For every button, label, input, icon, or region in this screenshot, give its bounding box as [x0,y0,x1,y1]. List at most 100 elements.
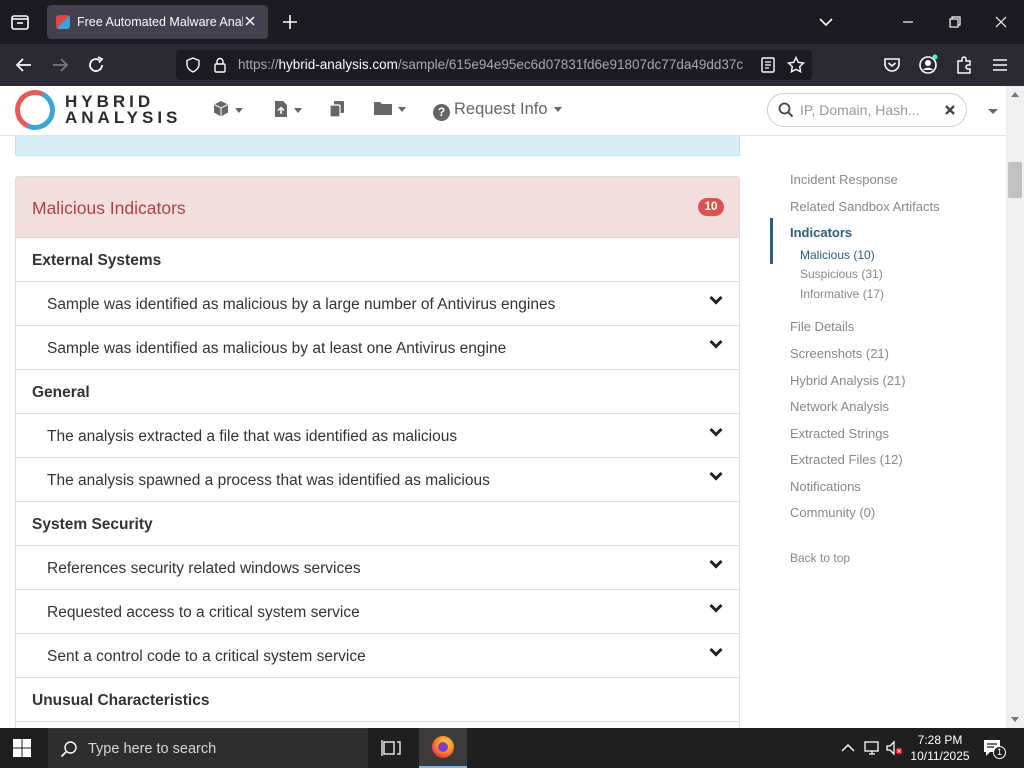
forward-arrow-icon[interactable] [48,53,72,77]
active-section-indicator [770,218,773,264]
chevron-down-icon[interactable] [709,294,723,306]
chevron-down-icon [235,108,243,114]
chevron-down-icon [294,108,302,114]
close-window-icon[interactable] [991,12,1011,32]
category-header: System Security [16,502,739,546]
extensions-puzzle-icon[interactable] [952,53,976,77]
malicious-indicators-panel: Malicious Indicators 10 External Systems… [15,176,740,728]
request-info-menu[interactable]: ? Request Info [433,100,562,121]
reader-view-icon[interactable] [760,56,776,74]
site-header: HYBRID ANALYSIS ? Request Info IP, Domai… [0,86,1006,136]
taskbar-search-placeholder: Type here to search [88,741,217,757]
indicator-row[interactable]: Sample was identified as malicious by at… [16,326,739,370]
taskbar-clock[interactable]: 7:28 PM 10/11/2025 [905,732,975,764]
sidebar-item-malicious[interactable]: Malicious (10) [800,248,875,262]
indicator-row[interactable]: Requested access to a critical system se… [16,590,739,634]
site-search-box [767,93,967,127]
site-favicon-icon [56,15,70,29]
sidebar-item-extracted-files[interactable]: Extracted Files (12) [790,452,903,467]
firefox-icon [432,736,454,758]
sidebar-item-hybrid-analysis[interactable]: Hybrid Analysis (21) [790,373,906,388]
page-scrollbar[interactable] [1006,86,1024,728]
task-view-icon[interactable] [380,738,402,758]
list-all-tabs-chevron-icon[interactable] [816,12,836,32]
indicator-count-badge: 10 [698,198,724,216]
url-text[interactable]: https://hybrid-analysis.com/sample/615e9… [238,57,758,72]
volume-muted-icon[interactable] [884,738,904,758]
address-bar[interactable]: https://hybrid-analysis.com/sample/615e9… [176,50,812,80]
reload-icon[interactable] [84,53,108,77]
hybrid-analysis-logo-icon[interactable] [9,86,61,136]
chevron-down-icon[interactable] [709,338,723,350]
indicator-row[interactable]: The analysis extracted a file that was i… [16,414,739,458]
indicator-row[interactable]: References security related windows serv… [16,546,739,590]
chevron-down-icon[interactable] [709,470,723,482]
sidebar-item-community[interactable]: Community (0) [790,505,875,520]
category-header: General [16,370,739,414]
tray-overflow-chevron-icon[interactable] [838,738,858,758]
compare-menu[interactable] [329,100,346,122]
account-icon[interactable] [916,53,940,77]
file-upload-icon [275,101,287,117]
taskbar-search-box[interactable]: Type here to search [48,728,368,768]
pocket-icon[interactable] [880,53,904,77]
menu-hamburger-icon[interactable] [988,53,1012,77]
sidebar-item-file-details[interactable]: File Details [790,319,854,334]
indicator-row[interactable]: The analysis spawned a process that was … [16,458,739,502]
sidebar-item-network-analysis[interactable]: Network Analysis [790,399,889,414]
scrollbar-thumb[interactable] [1008,162,1022,198]
indicator-row[interactable]: Sent a control code to a critical system… [16,634,739,678]
scroll-up-arrow-icon[interactable] [1011,92,1019,97]
submit-file-menu[interactable] [273,100,302,122]
browser-tab-bar: Free Automated Malware Analysis Service [0,0,1024,44]
sandbox-menu[interactable] [212,100,243,122]
sidebar-item-related-sandbox-artifacts[interactable]: Related Sandbox Artifacts [790,199,940,214]
chevron-down-icon[interactable] [709,646,723,658]
lock-icon[interactable] [212,56,228,74]
restore-icon[interactable] [945,12,965,32]
sidebar-item-notifications[interactable]: Notifications [790,479,861,494]
cube-icon [213,101,229,117]
sidebar-item-incident-response[interactable]: Incident Response [790,172,898,187]
site-logo-text[interactable]: HYBRID ANALYSIS [65,93,181,126]
folder-menu[interactable] [373,100,406,122]
scroll-down-arrow-icon[interactable] [1011,717,1019,722]
browser-nav-bar: https://hybrid-analysis.com/sample/615e9… [0,44,1024,86]
sidebar-item-informative[interactable]: Informative (17) [800,287,884,301]
chevron-down-icon[interactable] [709,602,723,614]
new-tab-icon[interactable] [280,12,300,32]
notification-center-button[interactable]: 1 [982,738,1006,759]
notification-count-badge: 1 [993,746,1006,759]
bookmark-star-icon[interactable] [786,55,806,75]
copy-icon [329,101,344,118]
browser-tab-active[interactable]: Free Automated Malware Analysis Service [47,5,268,39]
web-page: HYBRID ANALYSIS ? Request Info IP, Domai… [0,86,1024,728]
minimize-icon[interactable] [898,12,918,32]
shield-icon[interactable] [184,56,202,74]
user-menu-chevron-icon[interactable] [988,109,998,114]
sidebar-item-extracted-strings[interactable]: Extracted Strings [790,426,889,441]
sidebar-item-suspicious[interactable]: Suspicious (31) [800,267,883,281]
category-header: Unusual Characteristics [16,678,739,722]
windows-start-icon[interactable] [12,738,32,758]
tab-title: Free Automated Malware Analysis Service [77,15,243,29]
clear-search-icon[interactable] [944,104,956,116]
category-header: External Systems [16,238,739,282]
chevron-down-icon[interactable] [709,426,723,438]
chevron-down-icon [553,107,562,113]
back-arrow-icon[interactable] [12,53,36,77]
chevron-down-icon[interactable] [709,558,723,570]
back-to-top-link[interactable]: Back to top [790,551,850,565]
taskbar-firefox-button[interactable] [419,728,467,768]
tab-list-icon[interactable] [8,10,32,34]
indicator-row[interactable]: Sample was identified as malicious by a … [16,282,739,326]
chevron-down-icon [398,107,406,113]
panel-heading[interactable]: Malicious Indicators 10 [16,177,739,238]
question-circle-icon: ? [433,104,450,121]
sidebar-item-screenshots[interactable]: Screenshots (21) [790,346,889,361]
close-tab-icon[interactable] [242,13,258,29]
network-icon[interactable] [862,738,882,758]
sidebar-item-indicators[interactable]: Indicators [790,225,852,240]
search-icon [60,741,77,758]
search-input[interactable] [800,101,940,119]
